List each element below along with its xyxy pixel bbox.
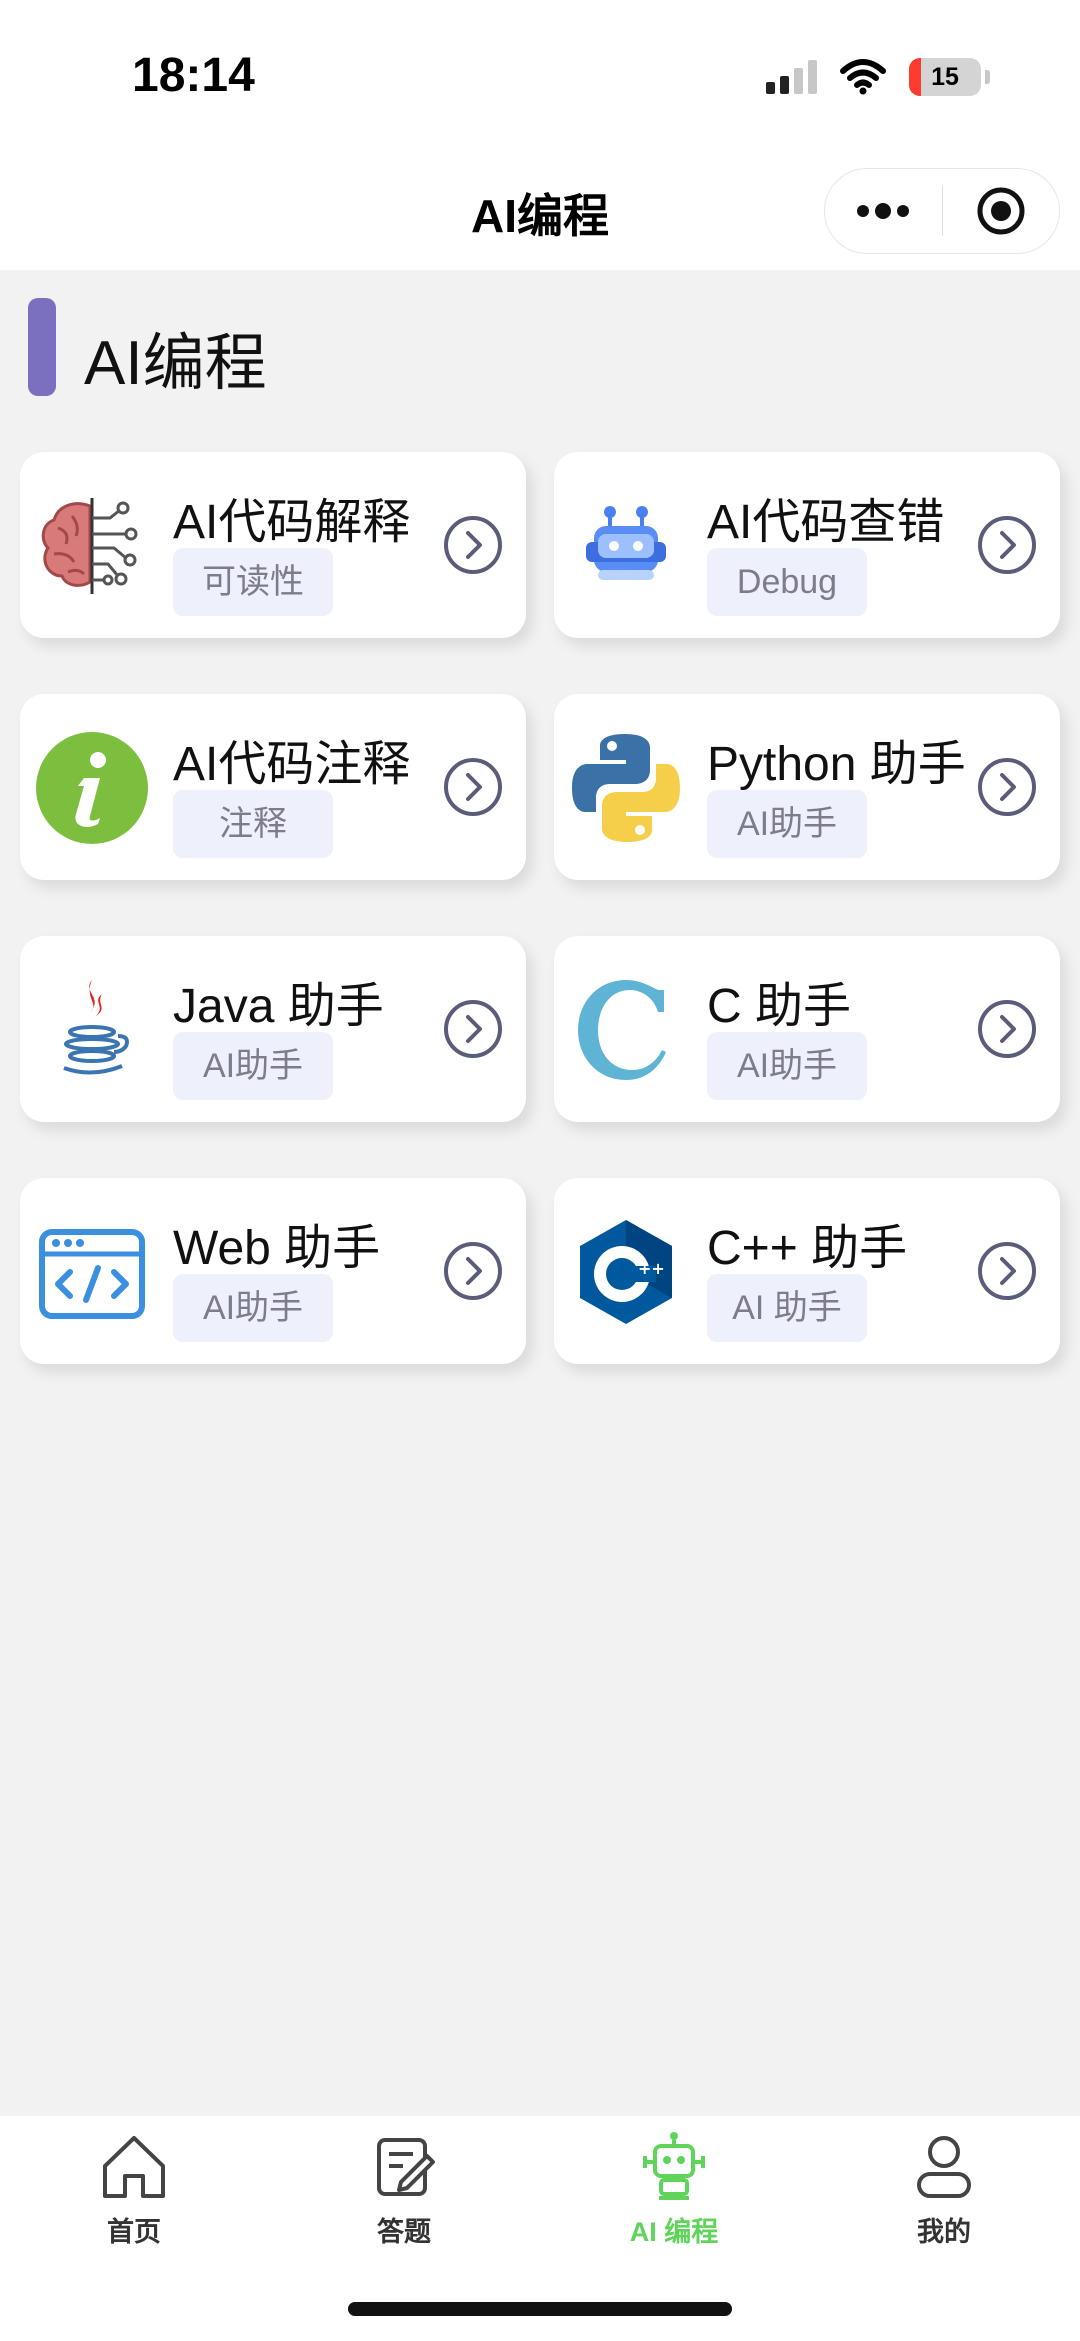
- card-tag: 注释: [173, 790, 333, 858]
- card-code-debug[interactable]: AI代码查错 Debug: [554, 452, 1060, 638]
- home-icon: [103, 2136, 165, 2198]
- tab-home[interactable]: 首页: [44, 2130, 224, 2249]
- card-code-explain[interactable]: AI代码解释 可读性: [20, 452, 526, 638]
- card-title: C 助手: [707, 980, 852, 1033]
- wifi-icon: [840, 59, 886, 95]
- tab-quiz[interactable]: 答题: [314, 2130, 494, 2249]
- chevron-right-circle-icon[interactable]: [442, 1240, 504, 1302]
- web-code-icon: [39, 1229, 145, 1319]
- card-tag: 可读性: [173, 548, 333, 616]
- card-c-assistant[interactable]: C 助手 AI助手: [554, 936, 1060, 1122]
- target-circle-icon: [977, 187, 1025, 235]
- card-web-assistant[interactable]: Web 助手 AI助手: [20, 1178, 526, 1364]
- c-logo-icon: [578, 980, 666, 1080]
- tab-label: 答题: [377, 2217, 431, 2247]
- battery-nub: [985, 70, 990, 84]
- robot-icon: [643, 2132, 705, 2200]
- battery-icon: 15: [909, 58, 981, 96]
- card-title: AI代码注释: [173, 738, 411, 791]
- card-title: Web 助手: [173, 1222, 381, 1275]
- section-title: AI编程: [84, 329, 267, 398]
- close-miniprogram-button[interactable]: [943, 169, 1060, 253]
- battery-level: 15: [931, 62, 959, 91]
- status-bar: 18:14 15: [0, 0, 1080, 150]
- card-tag: AI助手: [173, 1274, 333, 1342]
- card-java-assistant[interactable]: Java 助手 AI助手: [20, 936, 526, 1122]
- edit-note-icon: [377, 2138, 435, 2196]
- more-dots-icon: [857, 203, 910, 219]
- card-title: Java 助手: [173, 980, 384, 1033]
- chevron-right-circle-icon[interactable]: [976, 756, 1038, 818]
- card-tag: AI 助手: [707, 1274, 867, 1342]
- cellular-signal-icon: [766, 60, 817, 94]
- more-button[interactable]: [825, 169, 942, 253]
- chevron-right-circle-icon[interactable]: [976, 1240, 1038, 1302]
- card-tag: AI助手: [173, 1032, 333, 1100]
- home-indicator: [348, 2302, 732, 2316]
- chevron-right-circle-icon[interactable]: [976, 998, 1038, 1060]
- chevron-right-circle-icon[interactable]: [442, 514, 504, 576]
- tab-ai-coding[interactable]: AI 编程: [584, 2130, 764, 2249]
- svg-text:++: ++: [638, 1259, 665, 1278]
- mini-program-capsule: [824, 168, 1060, 254]
- card-tag: AI助手: [707, 1032, 867, 1100]
- tab-label: 我的: [917, 2217, 971, 2247]
- cpp-logo-icon: ++: [580, 1220, 672, 1324]
- nav-bar: AI编程: [0, 150, 1080, 270]
- card-title: Python 助手: [707, 738, 966, 791]
- python-logo-icon: [572, 734, 680, 842]
- status-time: 18:14: [132, 49, 255, 102]
- tab-label: AI 编程: [629, 2217, 719, 2247]
- card-python-assistant[interactable]: Python 助手 AI助手: [554, 694, 1060, 880]
- chevron-right-circle-icon[interactable]: [442, 756, 504, 818]
- tab-profile[interactable]: 我的: [854, 2130, 1034, 2249]
- info-icon: [36, 732, 148, 844]
- card-code-comment[interactable]: AI代码注释 注释: [20, 694, 526, 880]
- card-tag: Debug: [707, 548, 867, 616]
- card-cpp-assistant[interactable]: ++ C++ 助手 AI 助手: [554, 1178, 1060, 1364]
- java-logo-icon: [63, 980, 129, 1075]
- card-tag: AI助手: [707, 790, 867, 858]
- card-title: C++ 助手: [707, 1222, 908, 1275]
- robot-icon: [586, 506, 666, 580]
- chevron-right-circle-icon[interactable]: [442, 998, 504, 1060]
- section-accent-bar: [28, 298, 56, 396]
- status-icons: 15: [766, 58, 990, 96]
- brain-circuit-icon: [41, 498, 138, 594]
- tab-label: 首页: [107, 2217, 161, 2247]
- chevron-right-circle-icon[interactable]: [976, 514, 1038, 576]
- card-title: AI代码解释: [173, 496, 411, 549]
- user-icon: [917, 2136, 971, 2198]
- card-title: AI代码查错: [707, 496, 945, 549]
